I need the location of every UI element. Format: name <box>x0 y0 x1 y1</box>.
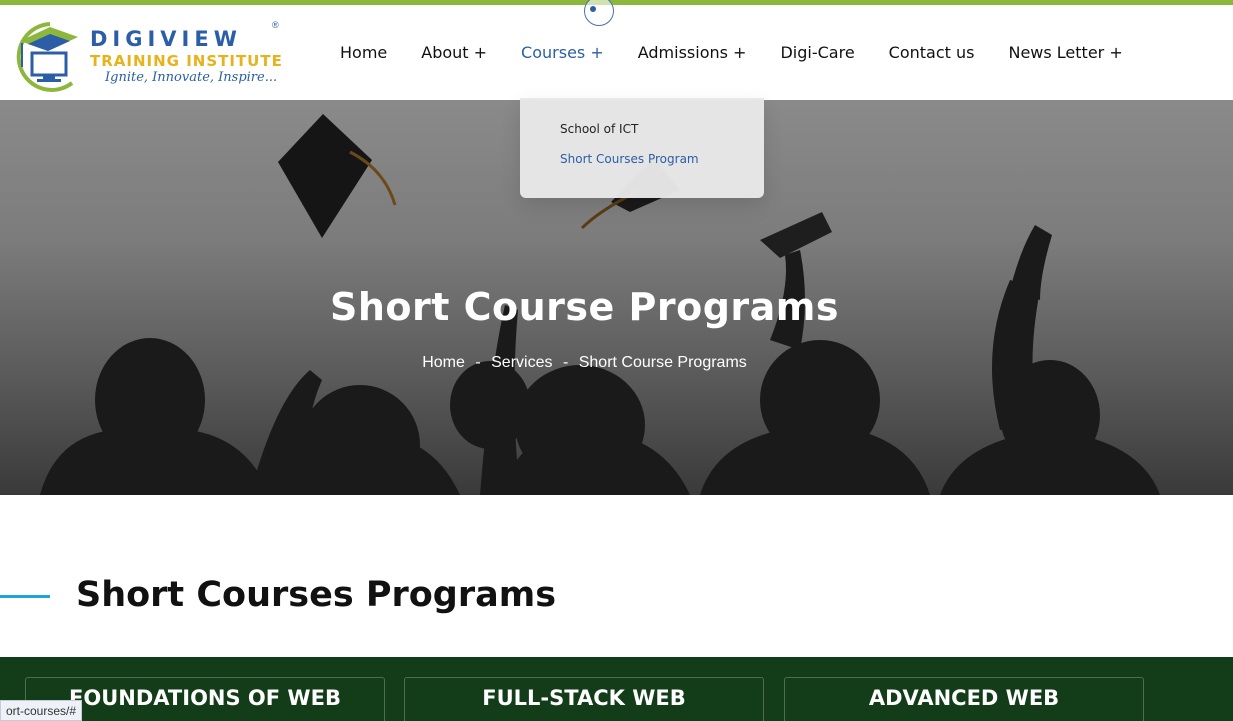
nav-courses[interactable]: Courses + <box>521 43 604 62</box>
course-card[interactable]: FULL-STACK WEB <box>404 677 764 721</box>
course-card-title: ADVANCED WEB <box>868 686 1060 710</box>
breadcrumb-separator: - <box>562 354 569 371</box>
section-accent-line <box>0 595 50 598</box>
spinner-dot <box>590 6 596 12</box>
breadcrumb: Home - Services - Short Course Programs <box>0 354 1169 372</box>
site-logo[interactable]: DIGIVIEW ® TRAINING INSTITUTE Ignite, In… <box>10 17 285 93</box>
nav-news-letter[interactable]: News Letter + <box>1008 43 1122 62</box>
logo-subtitle: TRAINING INSTITUTE <box>90 52 283 70</box>
nav-digi-care[interactable]: Digi-Care <box>780 43 854 62</box>
main-nav: Home About + Courses + Admissions + Digi… <box>340 5 1157 100</box>
course-card[interactable]: ADVANCED WEB <box>784 677 1144 721</box>
nav-home[interactable]: Home <box>340 43 387 62</box>
dropdown-item-short-courses[interactable]: Short Courses Program <box>560 152 699 166</box>
nav-about[interactable]: About + <box>421 43 487 62</box>
breadcrumb-current: Short Course Programs <box>578 354 747 371</box>
breadcrumb-separator: - <box>475 354 481 371</box>
status-bar-url: ort-courses/# <box>0 700 83 721</box>
nav-admissions[interactable]: Admissions + <box>638 43 747 62</box>
hero-title: Short Course Programs <box>329 285 840 329</box>
site-header: DIGIVIEW ® TRAINING INSTITUTE Ignite, In… <box>0 0 1233 100</box>
courses-dropdown-menu: School of ICT Short Courses Program <box>520 98 764 198</box>
dropdown-item-school-of-ict[interactable]: School of ICT <box>560 122 638 136</box>
course-card-title: FULL-STACK WEB <box>482 686 686 710</box>
course-cards-band: FOUNDATIONS OF WEB FULL-STACK WEB ADVANC… <box>0 657 1233 721</box>
nav-contact-us[interactable]: Contact us <box>889 43 975 62</box>
section-title: Short Courses Programs <box>76 575 557 615</box>
logo-tagline: Ignite, Innovate, Inspire... <box>105 70 278 85</box>
graduation-monitor-icon <box>16 22 78 92</box>
registered-mark: ® <box>272 20 279 30</box>
breadcrumb-services[interactable]: Services <box>491 354 552 371</box>
logo-wordmark: DIGIVIEW <box>90 27 242 51</box>
breadcrumb-home[interactable]: Home <box>422 354 465 371</box>
